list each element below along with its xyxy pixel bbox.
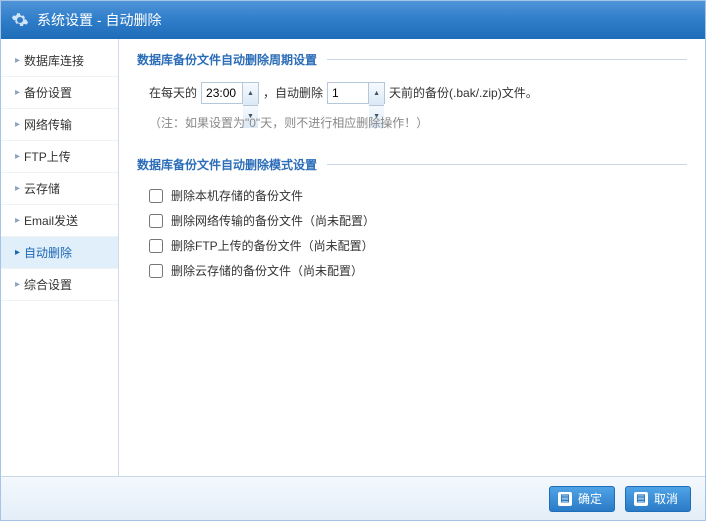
section-legend: 数据库备份文件自动删除周期设置 bbox=[137, 51, 327, 68]
period-row: 在每天的 ▲ ▼ ，自动删除 ▲ ▼ bbox=[137, 78, 687, 108]
label-suffix: 天前的备份(.bak/.zip)文件。 bbox=[389, 82, 538, 104]
sidebar-item-label: Email发送 bbox=[24, 212, 78, 229]
save-icon: ▤ bbox=[558, 492, 572, 506]
sidebar-item-label: 备份设置 bbox=[24, 84, 72, 101]
sidebar-item-label: 云存储 bbox=[24, 180, 60, 197]
chevron-right-icon: ▸ bbox=[15, 151, 20, 162]
sidebar-item-label: FTP上传 bbox=[24, 148, 71, 165]
ok-button[interactable]: ▤ 确定 bbox=[549, 486, 615, 512]
sidebar-item-ftp-upload[interactable]: ▸ FTP上传 bbox=[1, 141, 118, 173]
option-label: 删除网络传输的备份文件（尚未配置） bbox=[171, 212, 375, 229]
option-delete-cloud[interactable]: 删除云存储的备份文件（尚未配置） bbox=[137, 258, 687, 283]
section-mode: 数据库备份文件自动删除模式设置 删除本机存储的备份文件 删除网络传输的备份文件（… bbox=[137, 156, 687, 283]
section-legend-row: 数据库备份文件自动删除模式设置 bbox=[137, 156, 687, 173]
body: ▸数据库连接 ▸备份设置 ▸网络传输 ▸FTP上传 ▸云存储 ▸Email发送 … bbox=[1, 39, 705, 476]
sidebar-item-general-settings[interactable]: ▸ 综合设置 bbox=[1, 269, 118, 301]
chevron-right-icon: ▸ bbox=[15, 87, 20, 98]
sidebar-item-label: 综合设置 bbox=[24, 276, 72, 293]
checkbox[interactable] bbox=[149, 189, 163, 203]
section-legend: 数据库备份文件自动删除模式设置 bbox=[137, 156, 327, 173]
button-label: 确定 bbox=[578, 490, 602, 507]
footer: ▤ 确定 ▤ 取消 bbox=[1, 476, 705, 520]
sidebar-item-backup-settings[interactable]: ▸ 备份设置 bbox=[1, 77, 118, 109]
sidebar-item-email-send[interactable]: ▸ Email发送 bbox=[1, 205, 118, 237]
spin-up-icon[interactable]: ▲ bbox=[369, 83, 384, 106]
sidebar-item-label: 数据库连接 bbox=[24, 52, 84, 69]
sidebar-item-db-connection[interactable]: ▸ 数据库连接 bbox=[1, 45, 118, 77]
chevron-right-icon: ▸ bbox=[15, 279, 20, 290]
checkbox[interactable] bbox=[149, 264, 163, 278]
cancel-icon: ▤ bbox=[634, 492, 648, 506]
divider bbox=[327, 59, 687, 60]
window-title: 系统设置 - 自动删除 bbox=[37, 10, 161, 30]
button-label: 取消 bbox=[654, 490, 678, 507]
option-label: 删除本机存储的备份文件 bbox=[171, 187, 303, 204]
spin-buttons: ▲ ▼ bbox=[242, 83, 258, 103]
option-label: 删除FTP上传的备份文件（尚未配置） bbox=[171, 237, 374, 254]
settings-window: 系统设置 - 自动删除 ▸ 数据库连接 ▸ 备份设置 ▸ 网络传输 ▸ FTP上传 ▸ 云… bbox=[0, 0, 706, 521]
chevron-right-icon: ▸ bbox=[15, 119, 20, 130]
section-legend-row: 数据库备份文件自动删除周期设置 bbox=[137, 51, 687, 68]
titlebar: 系统设置 - 自动删除 bbox=[1, 1, 705, 39]
option-label: 删除云存储的备份文件（尚未配置） bbox=[171, 262, 363, 279]
spin-buttons: ▲ ▼ bbox=[368, 83, 384, 103]
spin-up-icon[interactable]: ▲ bbox=[243, 83, 258, 106]
label-prefix: 在每天的 bbox=[149, 82, 197, 104]
sidebar-item-label: 自动删除 bbox=[24, 244, 72, 261]
checkbox[interactable] bbox=[149, 214, 163, 228]
option-delete-local[interactable]: 删除本机存储的备份文件 bbox=[137, 183, 687, 208]
days-input[interactable] bbox=[328, 83, 368, 103]
gear-icon bbox=[11, 11, 29, 29]
checkbox[interactable] bbox=[149, 239, 163, 253]
sidebar-item-network-transfer[interactable]: ▸ 网络传输 bbox=[1, 109, 118, 141]
chevron-right-icon: ▸ bbox=[15, 247, 20, 258]
chevron-right-icon: ▸ bbox=[15, 55, 20, 66]
chevron-right-icon: ▸ bbox=[15, 183, 20, 194]
cancel-button[interactable]: ▤ 取消 bbox=[625, 486, 691, 512]
days-spinner[interactable]: ▲ ▼ bbox=[327, 82, 385, 104]
option-delete-ftp[interactable]: 删除FTP上传的备份文件（尚未配置） bbox=[137, 233, 687, 258]
sidebar-item-auto-delete[interactable]: ▸ 自动删除 bbox=[1, 237, 118, 269]
label-mid: ，自动删除 bbox=[263, 82, 323, 104]
note-text: （注：如果设置为"0"天，则不进行相应删除操作！） bbox=[137, 108, 687, 138]
time-spinner[interactable]: ▲ ▼ bbox=[201, 82, 259, 104]
time-input[interactable] bbox=[202, 83, 242, 103]
sidebar: ▸数据库连接 ▸备份设置 ▸网络传输 ▸FTP上传 ▸云存储 ▸Email发送 … bbox=[1, 39, 119, 476]
content: 数据库备份文件自动删除周期设置 在每天的 ▲ ▼ ，自动删除 bbox=[119, 39, 705, 476]
sidebar-item-cloud-storage[interactable]: ▸ 云存储 bbox=[1, 173, 118, 205]
option-delete-network[interactable]: 删除网络传输的备份文件（尚未配置） bbox=[137, 208, 687, 233]
divider bbox=[327, 164, 687, 165]
section-period: 数据库备份文件自动删除周期设置 在每天的 ▲ ▼ ，自动删除 bbox=[137, 51, 687, 138]
chevron-right-icon: ▸ bbox=[15, 215, 20, 226]
sidebar-item-label: 网络传输 bbox=[24, 116, 72, 133]
